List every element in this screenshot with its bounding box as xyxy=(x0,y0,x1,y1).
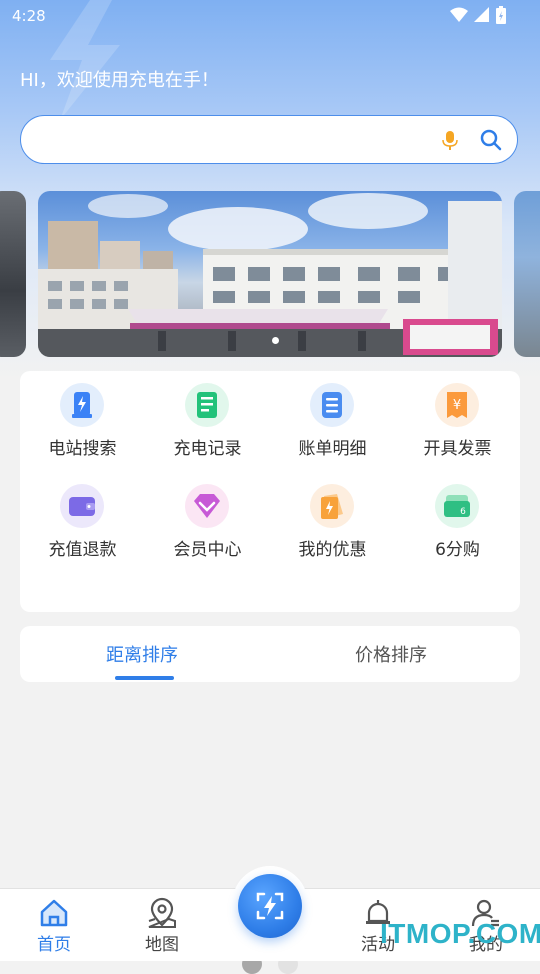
action-issue-invoice[interactable]: ¥ 开具发票 xyxy=(395,371,520,461)
diamond-icon xyxy=(194,494,220,518)
bill-icon xyxy=(322,392,342,418)
svg-text:6: 6 xyxy=(460,507,466,517)
status-time: 4:28 xyxy=(12,7,46,25)
home-icon xyxy=(40,899,68,927)
action-label: 电站搜索 xyxy=(48,439,117,459)
action-label: 我的优惠 xyxy=(298,540,367,560)
search-input[interactable] xyxy=(39,124,433,156)
charging-station-photo xyxy=(38,193,502,357)
wallet-icon xyxy=(69,497,95,516)
signal-icon xyxy=(474,7,489,22)
wifi-icon xyxy=(450,7,468,22)
banner-slide-next[interactable] xyxy=(514,191,540,357)
search-bar[interactable] xyxy=(20,115,518,164)
welcome-text: HI，欢迎使用充电在手！ xyxy=(20,70,219,91)
action-label: 开具发票 xyxy=(423,439,492,459)
coupon-icon xyxy=(321,494,343,519)
action-label: 充电记录 xyxy=(173,439,242,459)
tab-distance-sort[interactable]: 距离排序 xyxy=(106,641,178,667)
scan-charge-icon xyxy=(256,892,284,920)
nav-home[interactable]: 首页 xyxy=(14,889,94,961)
nav-label: 地图 xyxy=(145,935,179,955)
action-member-center[interactable]: 会员中心 xyxy=(145,472,270,562)
map-pin-icon xyxy=(148,897,176,928)
charging-pile-icon xyxy=(72,392,92,418)
watermark: ITMOP.COM xyxy=(380,918,540,949)
action-label: 充值退款 xyxy=(48,540,117,560)
quick-actions-card: 电站搜索 充电记录 账单明细 ¥ 开具发票 充值退款 会员中心 我的优惠 6 6… xyxy=(20,371,520,974)
tab-price-sort[interactable]: 价格排序 xyxy=(355,641,427,667)
battery-icon xyxy=(496,6,506,24)
action-station-search[interactable]: 电站搜索 xyxy=(20,371,145,461)
status-bar: 4:28 xyxy=(0,0,540,32)
svg-text:¥: ¥ xyxy=(453,398,461,413)
search-icon[interactable] xyxy=(479,128,503,152)
action-label: 会员中心 xyxy=(173,540,242,560)
action-recharge-refund[interactable]: 充值退款 xyxy=(20,472,145,562)
action-label: 账单明细 xyxy=(298,439,367,459)
sort-tabs: 距离排序 价格排序 xyxy=(20,626,520,682)
action-bill-detail[interactable]: 账单明细 xyxy=(270,371,395,461)
nav-label: 首页 xyxy=(37,935,71,955)
invoice-icon: ¥ xyxy=(447,392,467,418)
banner-indicator-dot xyxy=(272,337,279,344)
action-my-coupons[interactable]: 我的优惠 xyxy=(270,472,395,562)
cash-icon: 6 xyxy=(444,495,470,517)
record-icon xyxy=(197,392,217,418)
action-six-cent-buy[interactable]: 6 6分购 xyxy=(395,472,520,562)
action-charging-record[interactable]: 充电记录 xyxy=(145,371,270,461)
nav-map[interactable]: 地图 xyxy=(122,889,202,961)
active-tab-underline xyxy=(115,676,174,680)
action-label: 6分购 xyxy=(435,540,480,560)
scan-charge-button[interactable] xyxy=(238,874,302,938)
banner-carousel[interactable] xyxy=(38,191,502,357)
microphone-icon[interactable] xyxy=(439,129,461,151)
banner-slide-previous[interactable] xyxy=(0,191,26,357)
